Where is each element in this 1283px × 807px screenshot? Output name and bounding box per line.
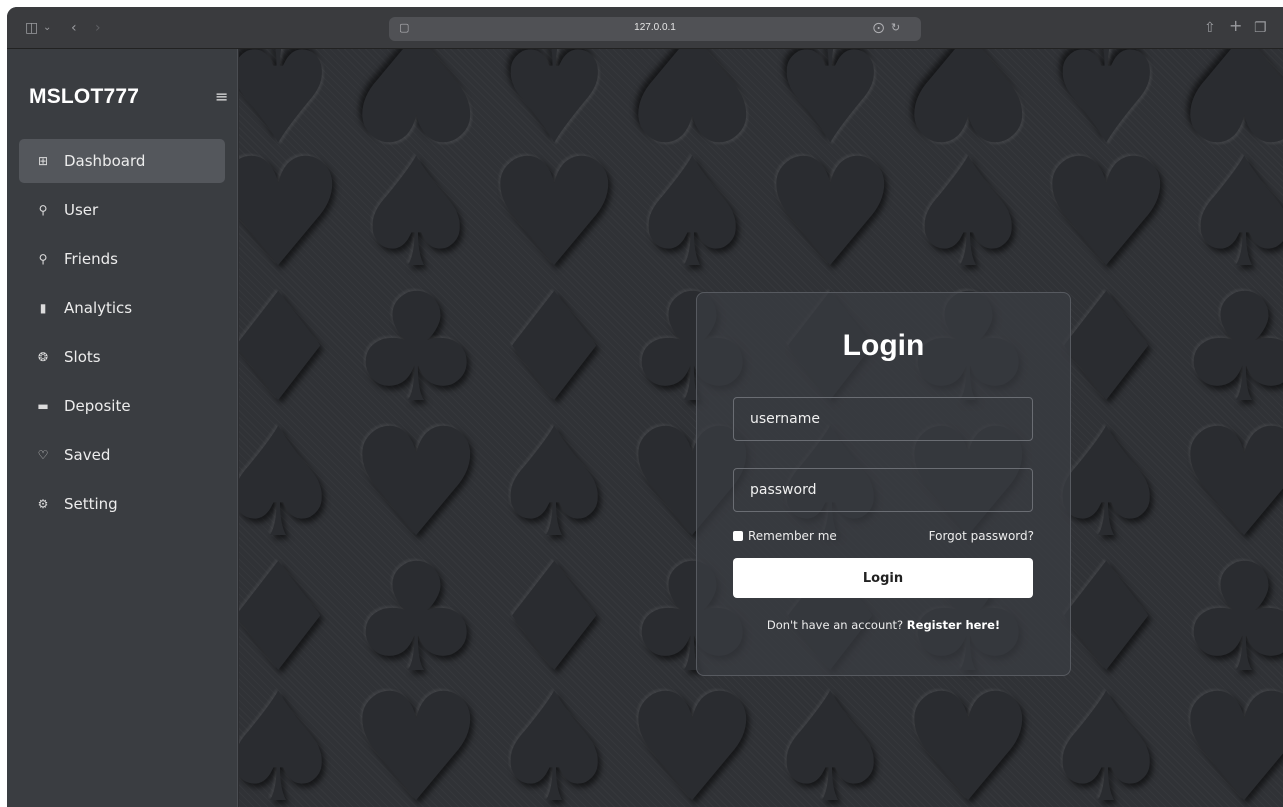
username-input[interactable] bbox=[733, 397, 1033, 441]
gear-icon: ⚙ bbox=[37, 497, 49, 511]
sidebar-item-setting[interactable]: ⚙ Setting bbox=[19, 482, 225, 526]
url-text: 127.0.0.1 bbox=[634, 22, 676, 33]
plus-icon[interactable]: + bbox=[1229, 18, 1242, 34]
sidebar-item-slots[interactable]: ❂ Slots bbox=[19, 335, 225, 379]
sidebar-item-deposite[interactable]: ▬ Deposite bbox=[19, 384, 225, 428]
login-button[interactable]: Login bbox=[733, 558, 1033, 598]
login-card: Login Remember me Forgot password? Login… bbox=[696, 292, 1071, 676]
users-icon: ⚲ bbox=[38, 252, 48, 266]
suit-decoration: ♥ bbox=[901, 662, 1036, 807]
brand-logo: MSLOT777 bbox=[29, 85, 140, 108]
sidebar-item-label: Saved bbox=[64, 446, 111, 464]
user-icon: ⚲ bbox=[38, 203, 48, 217]
sidebar: MSLOT777 ≡ ⊞ Dashboard ⚲ User ⚲ Friends … bbox=[7, 49, 238, 807]
sidebar-item-dashboard[interactable]: ⊞ Dashboard bbox=[19, 139, 225, 183]
sidebar-menu: ⊞ Dashboard ⚲ User ⚲ Friends ▮ Analytics… bbox=[19, 139, 225, 531]
card-icon: ▬ bbox=[37, 399, 49, 413]
slots-icon: ❂ bbox=[37, 350, 49, 364]
chevron-right-icon[interactable]: › bbox=[95, 20, 101, 36]
remember-checkbox[interactable] bbox=[733, 531, 743, 541]
suit-decoration: ♠ bbox=[1039, 662, 1174, 807]
suit-decoration: ♠ bbox=[487, 662, 622, 807]
sidebar-item-saved[interactable]: ♡ Saved bbox=[19, 433, 225, 477]
main-content: ♠♥♠♥♠♥♠♥♥♠♥♠♥♠♥♠♦♣♦♣♦♣♦♣♠♥♠♥♠♥♠♥♦♣♦♣♦♣♦♣… bbox=[239, 49, 1283, 807]
sidebar-icon[interactable]: ◫ bbox=[25, 20, 38, 36]
signup-prompt: Don't have an account? bbox=[766, 618, 904, 632]
chevron-down-icon[interactable]: ⌄ bbox=[43, 20, 51, 36]
suit-decoration: ♥ bbox=[1177, 662, 1283, 807]
forgot-password-link[interactable]: Forgot password? bbox=[929, 529, 1034, 543]
sidebar-item-label: User bbox=[64, 201, 99, 219]
chevron-left-icon[interactable]: ‹ bbox=[71, 20, 77, 36]
sidebar-item-label: Setting bbox=[64, 495, 118, 513]
translate-icon[interactable]: ⨀ bbox=[873, 21, 884, 34]
sidebar-item-label: Analytics bbox=[64, 299, 133, 317]
address-bar[interactable]: ▢ 127.0.0.1 ⨀ ↻ bbox=[389, 17, 921, 41]
remember-label: Remember me bbox=[748, 529, 837, 543]
suit-decoration: ♠ bbox=[763, 662, 898, 807]
sidebar-item-analytics[interactable]: ▮ Analytics bbox=[19, 286, 225, 330]
suit-decoration: ♥ bbox=[349, 662, 484, 807]
heart-icon: ♡ bbox=[37, 448, 49, 462]
sidebar-item-user[interactable]: ⚲ User bbox=[19, 188, 225, 232]
reload-icon[interactable]: ↻ bbox=[891, 21, 900, 34]
register-link[interactable]: Register here! bbox=[907, 618, 1000, 632]
bar-chart-icon: ▮ bbox=[39, 301, 47, 315]
sidebar-item-label: Dashboard bbox=[64, 152, 146, 170]
login-title: Login bbox=[842, 329, 925, 362]
signup-text: Don't have an account? Register here! bbox=[697, 618, 1070, 632]
password-input[interactable] bbox=[733, 468, 1033, 512]
grid-icon: ⊞ bbox=[37, 154, 49, 168]
sidebar-item-label: Deposite bbox=[64, 397, 131, 415]
sidebar-item-label: Slots bbox=[64, 348, 101, 366]
browser-toolbar: ◫ ⌄ ‹ › ▢ 127.0.0.1 ⨀ ↻ ⇧ + ❐ bbox=[7, 7, 1283, 49]
remember-me[interactable]: Remember me bbox=[733, 529, 837, 543]
sidebar-item-label: Friends bbox=[64, 250, 118, 268]
tabs-icon[interactable]: ❐ bbox=[1254, 20, 1267, 36]
browser-window: ◫ ⌄ ‹ › ▢ 127.0.0.1 ⨀ ↻ ⇧ + ❐ MSLOT777 ≡… bbox=[7, 7, 1283, 807]
suit-decoration: ♠ bbox=[239, 662, 346, 807]
sidebar-item-friends[interactable]: ⚲ Friends bbox=[19, 237, 225, 281]
share-icon[interactable]: ⇧ bbox=[1204, 20, 1216, 36]
menu-icon[interactable]: ≡ bbox=[215, 89, 228, 105]
suit-decoration: ♥ bbox=[625, 662, 760, 807]
